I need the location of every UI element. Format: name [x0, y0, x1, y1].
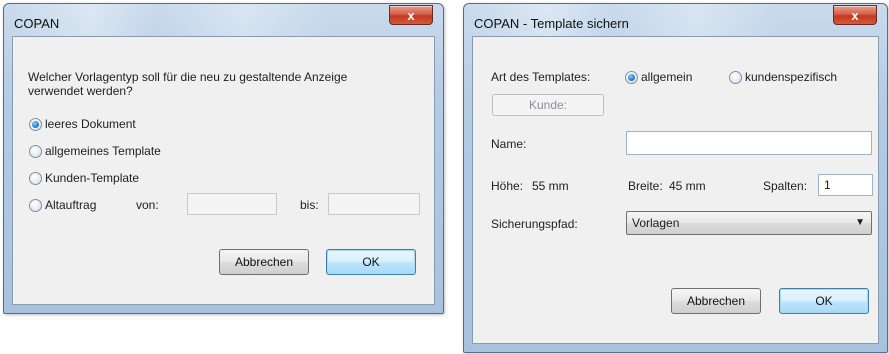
- breite-label: Breite:: [628, 179, 663, 193]
- ok-button[interactable]: OK: [779, 288, 869, 314]
- close-button[interactable]: x: [389, 5, 433, 25]
- radio-label-kunden-template[interactable]: Kunden-Template: [45, 171, 139, 185]
- breite-value: 45 mm: [669, 179, 706, 193]
- art-label: Art des Templates:: [491, 70, 591, 84]
- bis-label: bis:: [300, 198, 319, 212]
- spalten-input[interactable]: 1: [818, 174, 873, 196]
- von-input[interactable]: [187, 193, 277, 215]
- name-label: Name:: [491, 137, 527, 151]
- close-button[interactable]: x: [833, 5, 877, 25]
- chevron-down-icon: ▼: [855, 217, 865, 228]
- radio-label-altauftrag[interactable]: Altauftrag: [45, 198, 96, 212]
- von-label: von:: [136, 198, 159, 212]
- radio-leeres-dokument[interactable]: [29, 118, 42, 131]
- radio-allgemein[interactable]: [625, 71, 638, 84]
- pfad-value: Vorlagen: [632, 216, 680, 230]
- cancel-button[interactable]: Abbrechen: [219, 249, 309, 275]
- pfad-label: Sicherungspfad:: [491, 217, 578, 231]
- question-text-line2: verwendet werden?: [28, 84, 133, 98]
- question-text-line1: Welcher Vorlagentyp soll für die neu zu …: [28, 70, 348, 84]
- pfad-select[interactable]: Vorlagen ▼: [626, 211, 872, 235]
- radio-label-allgemeines-template[interactable]: allgemeines Template: [45, 144, 161, 158]
- window-title: COPAN: [14, 16, 60, 31]
- dialog-template-sichern: COPAN - Template sichern x Art des Templ…: [463, 3, 888, 353]
- radio-label-leeres-dokument[interactable]: leeres Dokument: [45, 117, 136, 131]
- bis-input[interactable]: [328, 193, 420, 215]
- window-title: COPAN - Template sichern: [474, 16, 629, 31]
- name-input[interactable]: [626, 131, 872, 155]
- radio-label-allgemein[interactable]: allgemein: [641, 70, 692, 84]
- close-icon: x: [851, 7, 859, 23]
- hoehe-value: 55 mm: [532, 179, 569, 193]
- titlebar[interactable]: COPAN - Template sichern x: [464, 4, 887, 38]
- dialog-body: Art des Templates: allgemein kundenspezi…: [472, 36, 879, 344]
- cancel-button[interactable]: Abbrechen: [671, 288, 761, 314]
- spalten-label: Spalten:: [763, 179, 808, 193]
- radio-kundenspezifisch[interactable]: [729, 71, 742, 84]
- titlebar[interactable]: COPAN x: [4, 4, 443, 38]
- hoehe-label: Höhe:: [491, 179, 524, 193]
- radio-allgemeines-template[interactable]: [29, 145, 42, 158]
- radio-label-kundenspezifisch[interactable]: kundenspezifisch: [745, 70, 837, 84]
- kunde-button[interactable]: Kunde:: [492, 94, 604, 116]
- dialog-body: Welcher Vorlagentyp soll für die neu zu …: [12, 36, 435, 305]
- radio-kunden-template[interactable]: [29, 172, 42, 185]
- radio-altauftrag[interactable]: [29, 199, 42, 212]
- close-icon: x: [407, 7, 415, 23]
- dialog-vorlagentyp: COPAN x Welcher Vorlagentyp soll für die…: [3, 3, 444, 314]
- ok-button[interactable]: OK: [326, 249, 416, 275]
- spalten-value: 1: [824, 178, 831, 192]
